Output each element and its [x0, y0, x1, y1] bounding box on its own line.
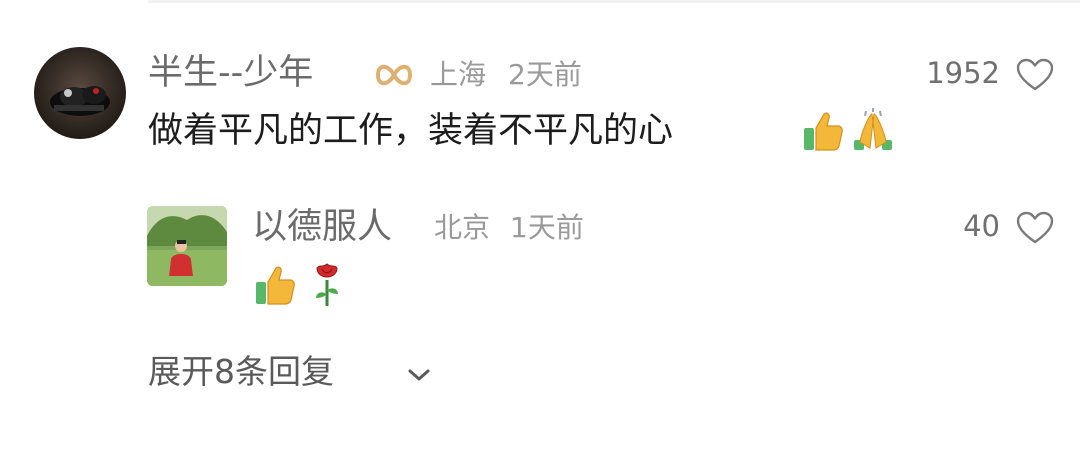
- comment-text: 做着平凡的工作，装着不平凡的心: [148, 111, 674, 151]
- comment-location: 上海: [430, 58, 487, 91]
- comment-username[interactable]: 半生--少年: [148, 56, 313, 91]
- thumbs-up-icon: [256, 266, 295, 305]
- avatar[interactable]: [147, 206, 227, 286]
- chevron-down-icon[interactable]: [406, 366, 432, 384]
- heart-icon[interactable]: [1016, 58, 1054, 92]
- avatar[interactable]: [34, 47, 126, 139]
- infinity-badge-icon: [375, 64, 413, 86]
- comment-like-count: 1952: [926, 56, 1000, 90]
- divider: [148, 0, 1080, 3]
- heart-icon[interactable]: [1016, 211, 1054, 245]
- reply-location: 北京: [434, 211, 491, 244]
- thumbs-up-icon: [804, 112, 843, 151]
- rose-icon: [316, 263, 338, 306]
- folded-hands-icon: [854, 108, 892, 150]
- comment-time: 2天前: [508, 58, 582, 91]
- comment-thread: 半生--少年 上海 2天前 1952 做着平凡的工作，装着不平凡的心 以德服人 …: [0, 0, 1080, 449]
- reply-username[interactable]: 以德服人: [252, 210, 392, 245]
- reply-time: 1天前: [510, 211, 584, 244]
- expand-replies-link[interactable]: 展开8条回复: [148, 355, 334, 388]
- reply-like-count: 40: [963, 209, 1000, 243]
